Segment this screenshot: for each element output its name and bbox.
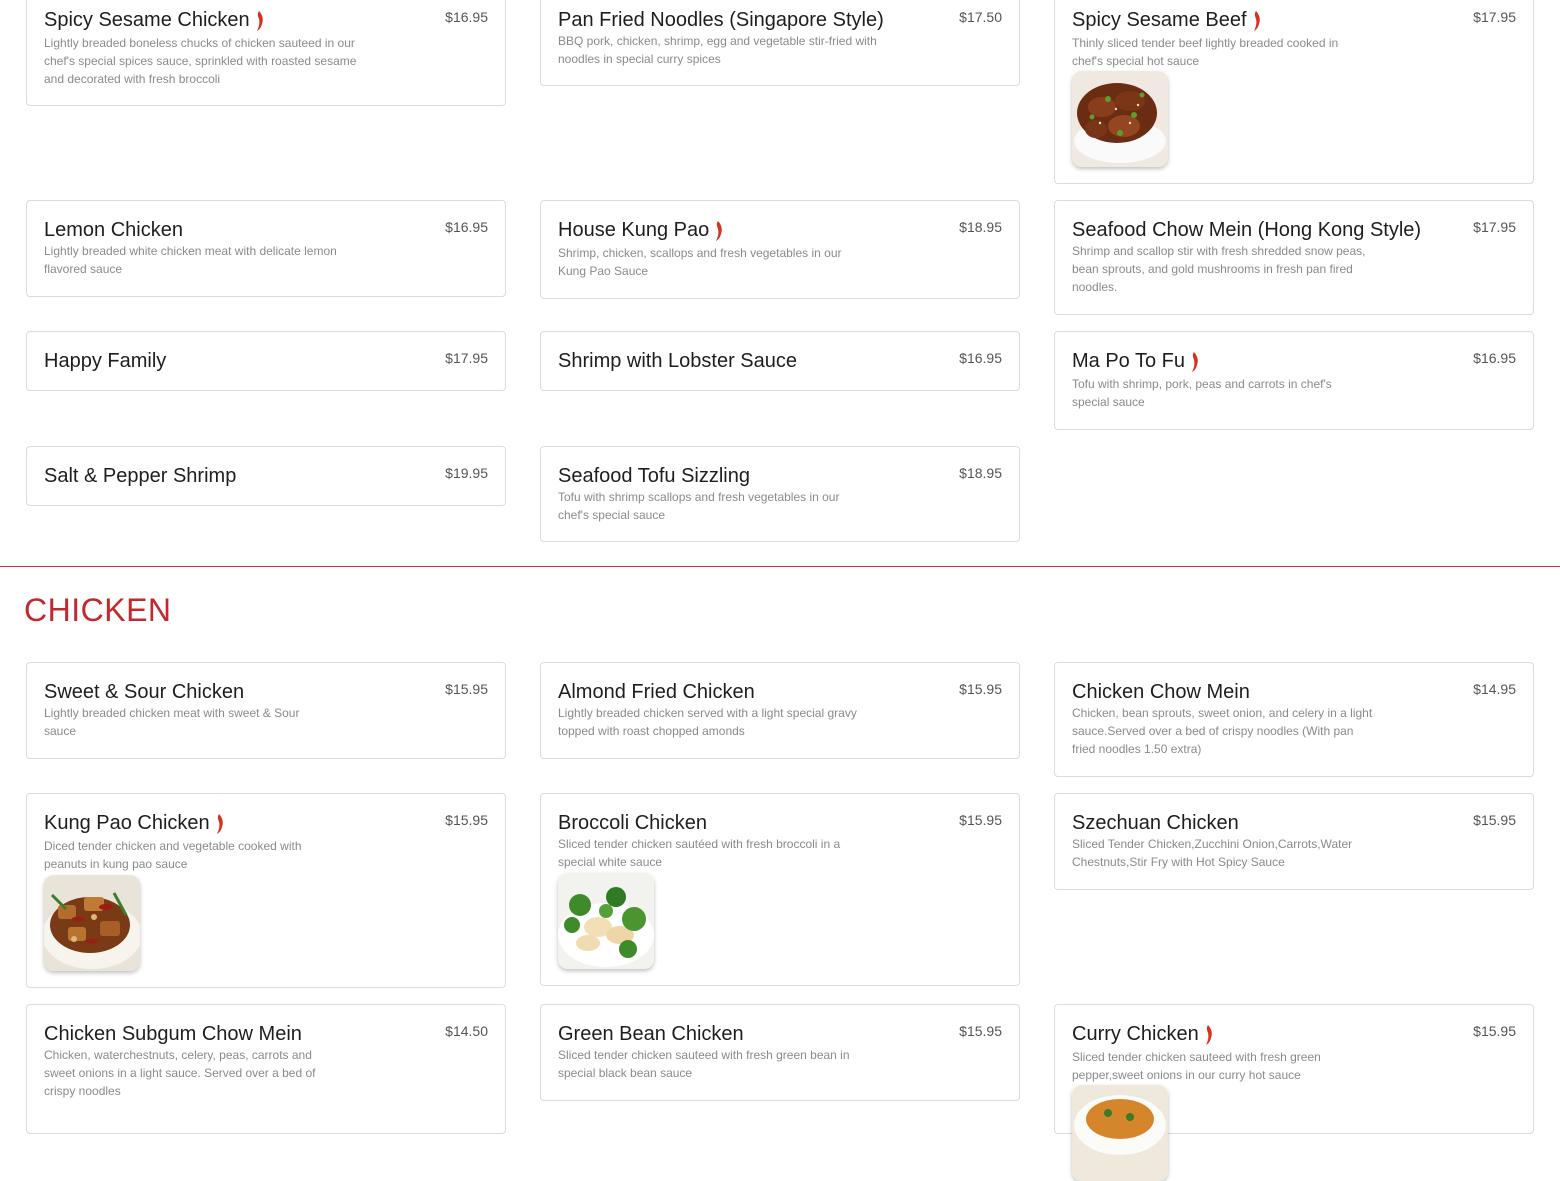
menu-item-name: Chicken Chow Mein xyxy=(1072,681,1250,703)
menu-item-name: Sweet & Sour Chicken xyxy=(44,681,245,703)
menu-item-price: $15.95 xyxy=(1473,812,1516,828)
menu-item-description: Sliced tender chicken sautéed with fresh… xyxy=(558,837,841,869)
menu-item-card[interactable]: Lemon Chicken $16.95 Lightly breaded whi… xyxy=(26,200,506,297)
menu-item-price: $15.95 xyxy=(959,812,1002,828)
menu-item-description: Thinly sliced tender beef lightly breade… xyxy=(1072,36,1339,68)
section-title: CHICKEN xyxy=(24,592,172,628)
menu-item-name: Salt & Pepper Shrimp xyxy=(44,465,237,487)
menu-item-card[interactable]: Curry Chicken $15.95 Sliced tender chick… xyxy=(1054,1004,1534,1181)
menu-item-price: $19.95 xyxy=(445,465,488,481)
menu-item-price: $17.50 xyxy=(959,9,1002,25)
menu-item-card[interactable]: Seafood Tofu Sizzling $18.95 Tofu with s… xyxy=(540,446,1020,542)
chili-pepper-icon xyxy=(1205,1025,1212,1045)
menu-item-name: Kung Pao Chicken xyxy=(44,810,224,836)
menu-item-name: Seafood Tofu Sizzling xyxy=(558,465,750,487)
broccoli-chicken-photo[interactable] xyxy=(558,873,654,969)
menu-item-name: Happy Family xyxy=(44,350,167,372)
menu-item-description: Lightly breaded boneless chucks of chick… xyxy=(44,36,357,86)
menu-item-card[interactable]: Shrimp with Lobster Sauce $16.95 xyxy=(540,331,1020,391)
menu-item-card[interactable]: Pan Fried Noodles (Singapore Style) $17.… xyxy=(540,0,1020,86)
menu-item-price: $15.95 xyxy=(445,681,488,697)
menu-item-card[interactable]: Kung Pao Chicken $15.95 Diced tender chi… xyxy=(26,793,506,988)
menu-item-price: $16.95 xyxy=(959,350,1002,366)
menu-item-name: House Kung Pao xyxy=(558,217,723,243)
menu-item-description: Lightly breaded chicken served with a li… xyxy=(558,706,857,738)
menu-item-description: BBQ pork, chicken, shrimp, egg and veget… xyxy=(558,34,877,66)
chili-pepper-icon xyxy=(716,221,723,241)
menu-item-description: Sliced tender chicken sauteed with fresh… xyxy=(1072,1050,1321,1082)
menu-item-price: $16.95 xyxy=(445,9,488,25)
menu-item-name: Ma Po To Fu xyxy=(1072,348,1199,374)
menu-item-card[interactable]: Happy Family $17.95 xyxy=(26,331,506,391)
menu-item-price: $16.95 xyxy=(1473,350,1516,366)
menu-item-price: $14.50 xyxy=(445,1023,488,1039)
menu-item-description: Sliced Tender Chicken,Zucchini Onion,Car… xyxy=(1072,837,1353,869)
menu-item-price: $14.95 xyxy=(1473,681,1516,697)
menu-item-card[interactable]: Broccoli Chicken $15.95 Sliced tender ch… xyxy=(540,793,1020,986)
menu-item-name: Szechuan Chicken xyxy=(1072,812,1239,834)
menu-item-card[interactable]: Szechuan Chicken $15.95 Sliced Tender Ch… xyxy=(1054,793,1534,890)
menu-item-card[interactable]: Seafood Chow Mein (Hong Kong Style) $17.… xyxy=(1054,200,1534,315)
menu-item-description: Chicken, bean sprouts, sweet onion, and … xyxy=(1072,706,1373,756)
menu-item-price: $18.95 xyxy=(959,219,1002,235)
menu-item-name: Lemon Chicken xyxy=(44,219,183,241)
menu-item-description: Lightly breaded chicken meat with sweet … xyxy=(44,706,300,738)
menu-item-card[interactable]: House Kung Pao $18.95 Shrimp, chicken, s… xyxy=(540,200,1020,299)
chili-pepper-icon xyxy=(1253,11,1260,31)
menu-item-price: $15.95 xyxy=(1473,1023,1516,1039)
menu-item-name: Shrimp with Lobster Sauce xyxy=(558,350,798,372)
menu-item-name: Spicy Sesame Beef xyxy=(1072,7,1261,33)
menu-item-name: Spicy Sesame Chicken xyxy=(44,7,264,33)
menu-item-price: $17.95 xyxy=(1473,219,1516,235)
menu-item-description: Tofu with shrimp, pork, peas and carrots… xyxy=(1072,377,1332,409)
sesame-beef-photo[interactable] xyxy=(1072,71,1168,167)
menu-item-card[interactable]: Almond Fried Chicken $15.95 Lightly brea… xyxy=(540,662,1020,759)
menu-item-description: Sliced tender chicken sauteed with fresh… xyxy=(558,1048,850,1080)
menu-item-card[interactable]: Sweet & Sour Chicken $15.95 Lightly brea… xyxy=(26,662,506,759)
menu-item-description: Diced tender chicken and vegetable cooke… xyxy=(44,839,302,871)
menu-item-card[interactable]: Spicy Sesame Beef $17.95 Thinly sliced t… xyxy=(1054,0,1534,184)
menu-item-price: $18.95 xyxy=(959,465,1002,481)
menu-item-name: Almond Fried Chicken xyxy=(558,681,755,703)
menu-item-price: $17.95 xyxy=(445,350,488,366)
menu-item-price: $15.95 xyxy=(959,681,1002,697)
section-divider xyxy=(0,566,1560,567)
menu-item-description: Lightly breaded white chicken meat with … xyxy=(44,244,337,276)
menu-item-price: $17.95 xyxy=(1473,9,1516,25)
menu-item-card[interactable]: Chicken Subgum Chow Mein $14.50 Chicken,… xyxy=(26,1004,506,1134)
menu-item-name: Green Bean Chicken xyxy=(558,1023,744,1045)
chili-pepper-icon xyxy=(216,814,223,834)
menu-item-card[interactable]: Spicy Sesame Chicken $16.95 Lightly brea… xyxy=(26,0,506,106)
curry-chicken-photo[interactable] xyxy=(1072,1085,1168,1181)
chili-pepper-icon xyxy=(256,11,263,31)
menu-item-price: $15.95 xyxy=(445,812,488,828)
menu-item-name: Seafood Chow Mein (Hong Kong Style) xyxy=(1072,219,1422,241)
menu-item-card[interactable]: Green Bean Chicken $15.95 Sliced tender … xyxy=(540,1004,1020,1101)
menu-item-description: Chicken, waterchestnuts, celery, peas, c… xyxy=(44,1048,316,1098)
menu-item-description: Shrimp, chicken, scallops and fresh vege… xyxy=(558,246,842,278)
menu-item-name: Pan Fried Noodles (Singapore Style) xyxy=(558,9,884,31)
menu-item-description: Shrimp and scallop stir with fresh shred… xyxy=(1072,244,1366,294)
menu-item-card[interactable]: Ma Po To Fu $16.95 Tofu with shrimp, por… xyxy=(1054,331,1534,430)
menu-item-description: Tofu with shrimp scallops and fresh vege… xyxy=(558,490,840,522)
menu-item-price: $16.95 xyxy=(445,219,488,235)
menu-item-card[interactable]: Salt & Pepper Shrimp $19.95 xyxy=(26,446,506,506)
menu-item-name: Chicken Subgum Chow Mein xyxy=(44,1023,302,1045)
menu-item-card[interactable]: Chicken Chow Mein $14.95 Chicken, bean s… xyxy=(1054,662,1534,777)
menu-item-price: $15.95 xyxy=(959,1023,1002,1039)
menu-item-name: Broccoli Chicken xyxy=(558,812,707,834)
kung-pao-chicken-photo[interactable] xyxy=(44,875,140,971)
menu-item-name: Curry Chicken xyxy=(1072,1021,1213,1047)
chili-pepper-icon xyxy=(1192,352,1198,372)
